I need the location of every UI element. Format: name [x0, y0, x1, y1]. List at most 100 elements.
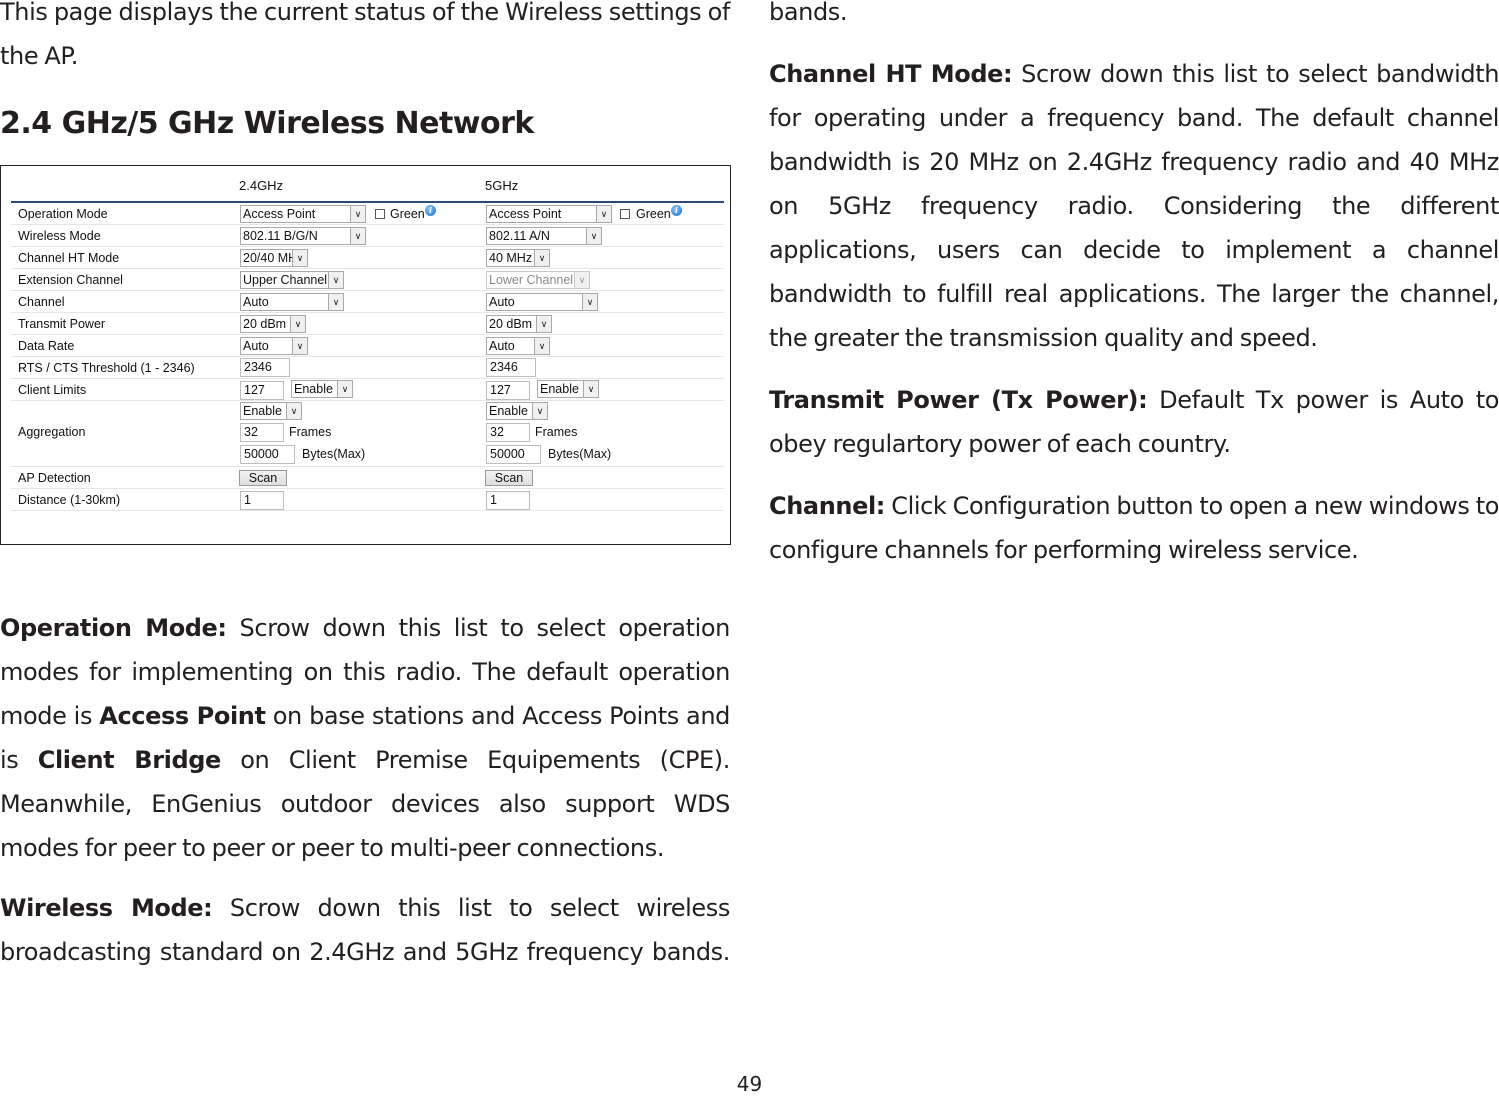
desc-wireless-mode: Wireless Mode: Scrow down this list to s… — [0, 886, 730, 974]
label-transmit-power: Transmit Power — [18, 317, 106, 331]
desc-channel: Channel: Click Configuration button to o… — [769, 484, 1499, 572]
channel-ht-mode-24-select[interactable]: 20/40 MHz ∨ — [240, 249, 308, 267]
scan-5-button[interactable]: Scan — [485, 470, 533, 486]
operation-mode-24-select[interactable]: Access Point ∨ — [240, 205, 366, 223]
extension-channel-5-select: Lower Channel ∨ — [486, 271, 590, 289]
chevron-down-icon: ∨ — [328, 272, 343, 288]
label-wireless-mode: Wireless Mode — [18, 229, 101, 243]
label-ap-detection: AP Detection — [18, 471, 91, 485]
data-rate-24-value: Auto — [243, 339, 269, 353]
client-limits-5-select[interactable]: Enable ∨ — [537, 380, 599, 398]
channel-24-value: Auto — [243, 295, 269, 309]
band-5ghz-header: 5GHz — [485, 178, 519, 193]
band-24ghz-header: 2.4GHz — [239, 178, 284, 193]
section-title: 2.4 GHz/5 GHz Wireless Network — [0, 106, 534, 141]
chevron-down-icon: ∨ — [596, 206, 611, 222]
chevron-down-icon: ∨ — [582, 294, 597, 310]
chevron-down-icon: ∨ — [536, 316, 551, 332]
aggregation-24-bytes-input[interactable]: 50000 — [240, 445, 295, 464]
chevron-down-icon: ∨ — [586, 228, 601, 244]
green-24-label: Green — [390, 207, 425, 221]
term-client-bridge: Client Bridge — [37, 746, 222, 774]
chevron-down-icon: ∨ — [337, 381, 352, 397]
channel-ht-mode-5-value: 40 MHz — [489, 251, 533, 265]
chevron-down-icon: ∨ — [286, 403, 301, 419]
row-distance: Distance (1-30km) 1 1 — [11, 489, 724, 511]
term-channel-ht-mode: Channel HT Mode: — [769, 60, 1013, 88]
scan-24-button[interactable]: Scan — [239, 470, 287, 486]
wireless-mode-24-select[interactable]: 802.11 B/G/N ∨ — [240, 227, 366, 245]
channel-ht-mode-5-select[interactable]: 40 MHz ∨ — [486, 249, 550, 267]
data-rate-24-select[interactable]: Auto ∨ — [240, 337, 308, 355]
frames-label: Frames — [535, 425, 578, 439]
extension-channel-24-select[interactable]: Upper Channel ∨ — [240, 271, 344, 289]
distance-24-input[interactable]: 1 — [240, 491, 284, 510]
term-access-point: Access Point — [99, 702, 266, 730]
row-channel: Channel Auto ∨ Auto ∨ — [11, 291, 724, 313]
info-icon[interactable]: i — [671, 205, 682, 216]
row-rts-cts: RTS / CTS Threshold (1 - 2346) 2346 2346 — [11, 357, 724, 379]
green-24-checkbox[interactable] — [375, 209, 385, 219]
term-transmit-power: Transmit Power (Tx Power): — [769, 386, 1148, 414]
frames-label: Frames — [289, 425, 332, 439]
operation-mode-24-value: Access Point — [243, 207, 316, 221]
channel-5-value: Auto — [489, 295, 515, 309]
channel-24-select[interactable]: Auto ∨ — [240, 293, 344, 311]
chevron-down-icon: ∨ — [292, 250, 307, 266]
transmit-power-5-value: 20 dBm — [489, 317, 533, 331]
chevron-down-icon: ∨ — [350, 206, 365, 222]
intro-paragraph: This page displays the current status of… — [0, 0, 730, 70]
extension-channel-24-value: Upper Channel — [243, 273, 328, 287]
client-limits-24-input[interactable]: 127 — [240, 381, 284, 400]
desc-channel-ht-mode: Channel HT Mode: Scrow down this list to… — [769, 52, 1499, 360]
row-data-rate: Data Rate Auto ∨ Auto ∨ — [11, 335, 724, 357]
transmit-power-24-select[interactable]: 20 dBm ∨ — [240, 315, 306, 333]
aggregation-5-bytes-input[interactable]: 50000 — [486, 445, 541, 464]
client-limits-24-select[interactable]: Enable ∨ — [291, 380, 353, 398]
info-icon[interactable]: i — [425, 205, 436, 216]
term-channel: Channel: — [769, 492, 885, 520]
wireless-settings-screenshot: 2.4GHz 5GHz Operation Mode Access Point … — [0, 165, 731, 545]
operation-mode-5-value: Access Point — [489, 207, 562, 221]
bytes-label: Bytes(Max) — [548, 447, 612, 461]
chevron-down-icon: ∨ — [574, 272, 589, 288]
chevron-down-icon: ∨ — [534, 250, 549, 266]
chevron-down-icon: ∨ — [290, 316, 305, 332]
label-data-rate: Data Rate — [18, 339, 75, 353]
chevron-down-icon: ∨ — [328, 294, 343, 310]
rts-cts-24-input[interactable]: 2346 — [240, 358, 290, 377]
term-operation-mode: Operation Mode: — [0, 614, 227, 642]
rts-cts-5-input[interactable]: 2346 — [486, 358, 536, 377]
term-wireless-mode: Wireless Mode: — [0, 894, 213, 922]
green-5-checkbox[interactable] — [620, 209, 630, 219]
desc-wireless-mode-continued: bands. — [769, 0, 848, 26]
extension-channel-5-value: Lower Channel — [489, 273, 574, 287]
aggregation-24-frames-input[interactable]: 32 — [240, 423, 284, 442]
label-channel-ht-mode: Channel HT Mode — [18, 251, 120, 265]
transmit-power-5-select[interactable]: 20 dBm ∨ — [486, 315, 552, 333]
aggregation-5-state: Enable — [489, 404, 528, 418]
aggregation-24-select[interactable]: Enable ∨ — [240, 402, 302, 420]
chevron-down-icon: ∨ — [292, 338, 307, 354]
client-limits-5-input[interactable]: 127 — [486, 381, 530, 400]
label-distance: Distance (1-30km) — [18, 493, 121, 507]
data-rate-5-select[interactable]: Auto ∨ — [486, 337, 550, 355]
row-aggregation: Aggregation Enable ∨ 32 Frames 50000 Byt… — [11, 401, 724, 467]
aggregation-5-frames-input[interactable]: 32 — [486, 423, 530, 442]
chevron-down-icon: ∨ — [532, 403, 547, 419]
wireless-mode-5-select[interactable]: 802.11 A/N ∨ — [486, 227, 602, 245]
row-operation-mode: Operation Mode Access Point ∨ Green i Ac… — [11, 203, 724, 225]
channel-5-select[interactable]: Auto ∨ — [486, 293, 598, 311]
operation-mode-5-select[interactable]: Access Point ∨ — [486, 205, 612, 223]
green-5-label: Green — [636, 207, 671, 221]
page-number: 49 — [736, 1072, 763, 1096]
transmit-power-24-value: 20 dBm — [243, 317, 287, 331]
row-channel-ht-mode: Channel HT Mode 20/40 MHz ∨ 40 MHz ∨ — [11, 247, 724, 269]
aggregation-5-select[interactable]: Enable ∨ — [486, 402, 548, 420]
chevron-down-icon: ∨ — [350, 228, 365, 244]
label-channel: Channel — [18, 295, 65, 309]
wireless-mode-5-value: 802.11 A/N — [489, 229, 550, 243]
distance-5-input[interactable]: 1 — [486, 491, 530, 510]
chevron-down-icon: ∨ — [583, 381, 598, 397]
row-extension-channel: Extension Channel Upper Channel ∨ Lower … — [11, 269, 724, 291]
